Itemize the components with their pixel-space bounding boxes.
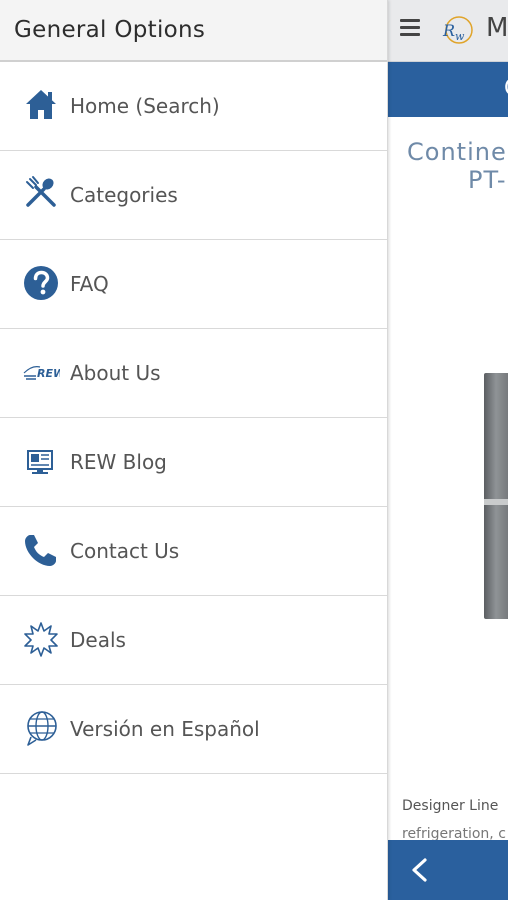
product-model: PT- xyxy=(468,166,507,194)
bottom-nav-bar xyxy=(388,840,508,900)
rew-logo-icon: REW xyxy=(23,366,60,380)
menu-item-label: Deals xyxy=(70,628,126,652)
navigation-drawer: General Options Home (Search) Categories xyxy=(0,0,388,900)
menu-item-label: About Us xyxy=(70,361,161,385)
app-title: M xyxy=(486,13,508,43)
menu-item-spanish-version[interactable]: Versión en Español xyxy=(0,685,387,774)
home-icon xyxy=(26,90,56,119)
svg-text:REW: REW xyxy=(37,367,60,380)
menu-item-label: REW Blog xyxy=(70,450,167,474)
utensils-icon xyxy=(26,176,56,207)
section-band: C xyxy=(388,62,508,117)
background-page: R w M C Contine PT- Designer Line refrig… xyxy=(388,0,508,900)
menu-item-label: FAQ xyxy=(70,272,109,296)
menu-item-label: Versión en Español xyxy=(70,717,260,741)
phone-icon xyxy=(25,535,56,566)
product-title: Contine xyxy=(407,138,507,166)
hamburger-menu-icon[interactable] xyxy=(400,19,420,36)
menu-item-faq[interactable]: FAQ xyxy=(0,240,387,329)
menu-item-contact-us[interactable]: Contact Us xyxy=(0,507,387,596)
menu-item-deals[interactable]: Deals xyxy=(0,596,387,685)
chevron-left-icon[interactable] xyxy=(408,857,432,883)
menu-item-label: Categories xyxy=(70,183,178,207)
svg-text:R: R xyxy=(442,21,455,40)
top-app-bar: R w M xyxy=(388,0,508,62)
menu-item-about-us[interactable]: REW About Us xyxy=(0,329,387,418)
menu-item-categories[interactable]: Categories xyxy=(0,151,387,240)
menu-item-label: Contact Us xyxy=(70,539,180,563)
menu-item-label: Home (Search) xyxy=(70,94,220,118)
product-description: Designer Line xyxy=(402,798,499,814)
rew-logo-icon[interactable]: R w xyxy=(440,13,474,47)
product-image xyxy=(484,373,508,619)
burst-icon xyxy=(24,622,58,657)
question-icon xyxy=(24,266,58,300)
menu-item-home[interactable]: Home (Search) xyxy=(0,62,387,151)
globe-chat-icon xyxy=(27,711,57,746)
blog-icon xyxy=(27,450,53,474)
section-band-text: C xyxy=(504,76,508,101)
menu-list: Home (Search) Categories FAQ REW xyxy=(0,62,387,774)
svg-text:w: w xyxy=(455,30,465,43)
menu-item-rew-blog[interactable]: REW Blog xyxy=(0,418,387,507)
drawer-title: General Options xyxy=(14,17,206,43)
drawer-header: General Options xyxy=(0,0,387,62)
